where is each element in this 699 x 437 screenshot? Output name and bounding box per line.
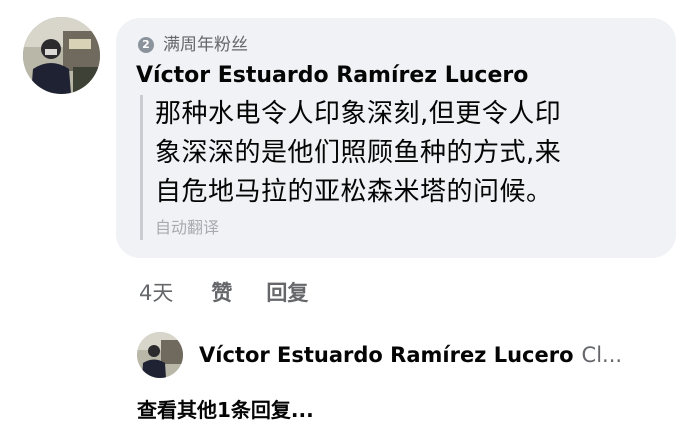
- comment-text-line: 象深深的是他们照顾鱼种的方式,来: [155, 138, 562, 168]
- comment-bubble: 2 满周年粉丝 Víctor Estuardo Ramírez Lucero 那…: [116, 18, 676, 258]
- badge-label: 满周年粉丝: [163, 35, 248, 55]
- comment-text-line: 那种水电令人印象深刻,但更令人印: [155, 99, 562, 129]
- comment-actions: 4天 赞 回复: [139, 276, 342, 308]
- avatar[interactable]: [23, 17, 100, 94]
- reply-author-name[interactable]: Víctor Estuardo Ramírez Lucero: [199, 343, 574, 367]
- comment-author-name[interactable]: Víctor Estuardo Ramírez Lucero: [136, 61, 528, 91]
- auto-translate-label[interactable]: 自动翻译: [155, 216, 655, 240]
- reply-avatar[interactable]: [137, 332, 183, 378]
- top-fan-badge: 2 满周年粉丝: [138, 34, 248, 56]
- like-button[interactable]: 赞: [211, 277, 232, 307]
- avatar-photo: [23, 17, 100, 94]
- reply-preview[interactable]: Víctor Estuardo Ramírez Lucero Cl...: [137, 330, 622, 380]
- view-more-replies-link[interactable]: 查看其他1条回复...: [137, 396, 314, 424]
- comment-timestamp[interactable]: 4天: [139, 277, 173, 307]
- reply-button[interactable]: 回复: [266, 277, 308, 307]
- comment-body: 那种水电令人印象深刻,但更令人印 象深深的是他们照顾鱼种的方式,来 自危地马拉的…: [140, 95, 655, 240]
- comment-text-line: 自危地马拉的亚松森米塔的问候。: [155, 177, 553, 207]
- comment-thread: 2 满周年粉丝 Víctor Estuardo Ramírez Lucero 那…: [0, 0, 699, 437]
- top-fan-badge-icon: 2: [138, 37, 154, 53]
- reply-avatar-photo: [137, 332, 183, 378]
- reply-snippet: Cl...: [581, 343, 623, 367]
